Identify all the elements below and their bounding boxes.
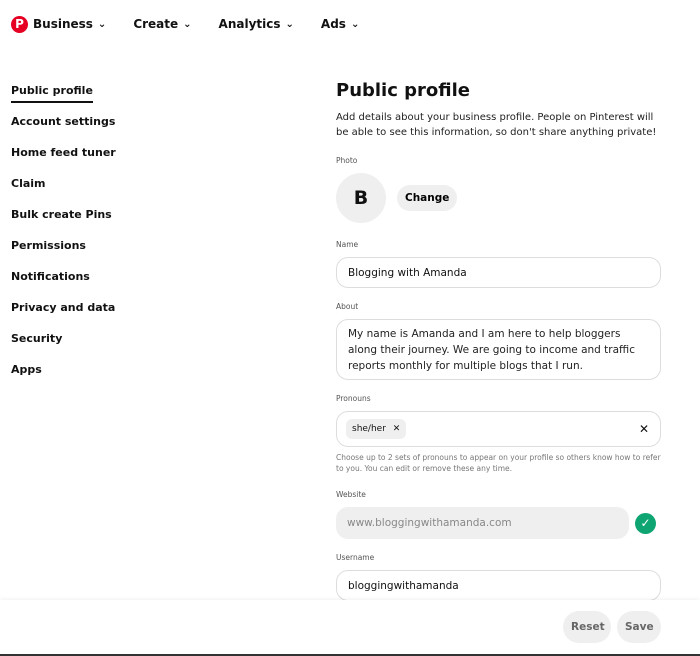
- sidebar-item-account-settings[interactable]: Account settings: [11, 114, 116, 145]
- nav-label: Ads: [320, 17, 346, 31]
- chevron-down-icon: ⌄: [285, 18, 294, 30]
- about-label: About: [336, 302, 359, 311]
- verified-check-icon: ✓: [635, 512, 656, 534]
- page-title: Public profile: [336, 80, 471, 101]
- about-value: My name is Amanda and I am here to help …: [348, 328, 635, 372]
- sidebar-item-label: Bulk create Pins: [11, 208, 112, 221]
- sidebar-item-label: Account settings: [11, 115, 116, 128]
- website-label: Website: [336, 490, 366, 499]
- sidebar-item-label: Security: [11, 332, 63, 345]
- username-label: Username: [336, 553, 375, 562]
- username-field[interactable]: bloggingwithamanda: [336, 570, 661, 601]
- sidebar-item-claim[interactable]: Claim: [11, 176, 116, 207]
- sidebar-item-label: Public profile: [11, 84, 93, 103]
- clear-icon[interactable]: ✕: [639, 422, 649, 436]
- pronouns-field[interactable]: she/her ✕ ✕: [336, 411, 661, 447]
- sidebar-item-security[interactable]: Security: [11, 331, 116, 362]
- nav-business[interactable]: Business ⌄: [33, 17, 106, 31]
- sidebar-item-bulk-create-pins[interactable]: Bulk create Pins: [11, 207, 116, 238]
- sidebar-item-apps[interactable]: Apps: [11, 362, 116, 393]
- sidebar-item-label: Privacy and data: [11, 301, 116, 314]
- profile-form: Public profile Add details about your bu…: [336, 80, 661, 615]
- pronoun-chip: she/her ✕: [346, 419, 407, 439]
- avatar: B: [336, 173, 386, 223]
- pinterest-logo-icon[interactable]: P: [11, 15, 28, 33]
- pronouns-label: Pronouns: [336, 394, 371, 403]
- settings-sidebar: Public profile Account settings Home fee…: [11, 83, 116, 393]
- sidebar-item-label: Home feed tuner: [11, 146, 116, 159]
- username-value: bloggingwithamanda: [348, 579, 459, 592]
- sidebar-item-label: Permissions: [11, 239, 86, 252]
- chevron-down-icon: ⌄: [183, 18, 192, 30]
- website-placeholder: www.bloggingwithamanda.com: [347, 517, 512, 529]
- chip-label: she/her: [352, 424, 386, 434]
- nav-label: Create: [133, 17, 179, 31]
- name-label: Name: [336, 240, 359, 249]
- nav-label: Business: [33, 17, 93, 31]
- name-value: Blogging with Amanda: [348, 266, 467, 279]
- photo-label: Photo: [336, 156, 358, 165]
- reset-button[interactable]: Reset: [563, 611, 611, 643]
- pronouns-hint: Choose up to 2 sets of pronouns to appea…: [336, 453, 661, 473]
- about-field[interactable]: My name is Amanda and I am here to help …: [336, 319, 661, 380]
- name-field[interactable]: Blogging with Amanda: [336, 257, 661, 288]
- change-photo-button[interactable]: Change: [397, 185, 458, 211]
- top-nav: P Business ⌄ Create ⌄ Analytics ⌄ Ads ⌄: [0, 0, 700, 48]
- nav-analytics[interactable]: Analytics ⌄: [219, 17, 294, 31]
- sidebar-item-privacy-and-data[interactable]: Privacy and data: [11, 300, 116, 331]
- sidebar-item-label: Apps: [11, 363, 42, 376]
- sidebar-item-label: Claim: [11, 177, 46, 190]
- website-field[interactable]: www.bloggingwithamanda.com: [336, 507, 629, 539]
- chevron-down-icon: ⌄: [97, 18, 107, 30]
- chevron-down-icon: ⌄: [350, 18, 360, 30]
- nav-ads[interactable]: Ads ⌄: [321, 17, 359, 31]
- save-button[interactable]: Save: [617, 611, 661, 643]
- remove-chip-icon[interactable]: ✕: [393, 424, 401, 434]
- sidebar-item-label: Notifications: [11, 270, 90, 283]
- nav-label: Analytics: [218, 17, 281, 31]
- sidebar-item-home-feed-tuner[interactable]: Home feed tuner: [11, 145, 116, 176]
- page-description: Add details about your business profile.…: [336, 112, 657, 138]
- action-footer: Reset Save: [0, 600, 700, 654]
- nav-create[interactable]: Create ⌄: [133, 17, 191, 31]
- sidebar-item-permissions[interactable]: Permissions: [11, 238, 116, 269]
- sidebar-item-public-profile[interactable]: Public profile: [11, 83, 116, 114]
- sidebar-item-notifications[interactable]: Notifications: [11, 269, 116, 300]
